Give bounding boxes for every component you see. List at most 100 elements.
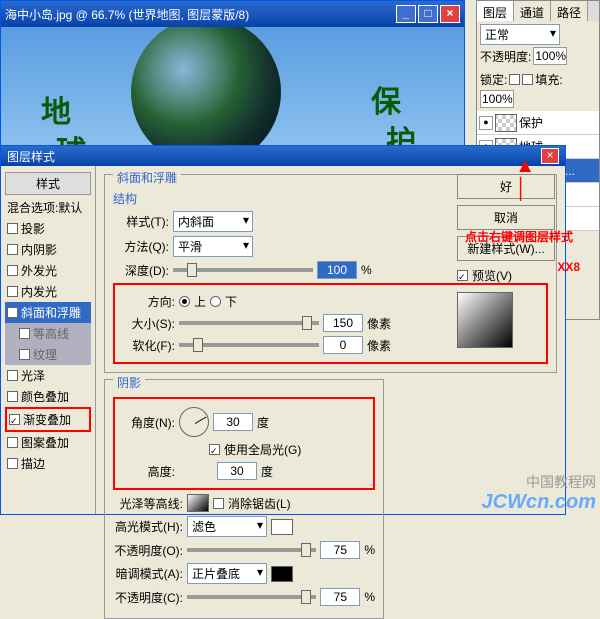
lock-trans-icon[interactable] [509,74,520,85]
ok-button[interactable]: 好 [457,174,555,199]
soften-value[interactable]: 0 [323,336,363,354]
checkbox[interactable] [7,307,18,318]
style-inner-shadow[interactable]: 内阴影 [5,239,91,260]
highlighted-angle: 角度(N): 30 度 使用全局光(G) 高度: 30 度 [113,397,375,490]
fill-label: 填充: [535,71,562,88]
shadow-color[interactable] [271,566,293,582]
row-s-opacity: 不透明度(C): 75 % [113,588,375,606]
maximize-button[interactable]: □ [418,5,438,23]
s-opacity-value[interactable]: 75 [320,588,360,606]
style-select[interactable]: 内斜面 [173,211,253,232]
shadow-mode-select[interactable]: 正片叠底 [187,563,267,584]
close-button[interactable]: × [440,5,460,23]
style-stroke[interactable]: 描边 [5,453,91,474]
style-contour[interactable]: 等高线 [5,323,91,344]
settings-area: 斜面和浮雕 结构 样式(T): 内斜面 方法(Q): 平滑 深度(D): 100… [96,166,565,514]
dialog-close-button[interactable]: × [541,148,559,164]
style-inner-glow[interactable]: 内发光 [5,281,91,302]
checkbox[interactable] [7,370,18,381]
h-opacity-value[interactable]: 75 [320,541,360,559]
altitude-value[interactable]: 30 [217,462,257,480]
depth-label: 深度(D): [113,262,169,279]
style-drop-shadow[interactable]: 投影 [5,218,91,239]
document-window: 海中小岛.jpg @ 66.7% (世界地图, 图层蒙版/8) _ □ × 地 … [0,0,465,160]
angle-dial[interactable] [179,407,209,437]
depth-slider[interactable] [173,268,313,272]
highlight-mode-select[interactable]: 滤色 [187,516,267,537]
checkbox[interactable] [19,328,30,339]
direction-up-radio[interactable] [179,296,190,307]
global-light-label: 使用全局光(G) [224,441,301,458]
styles-header[interactable]: 样式 [5,172,91,195]
style-outer-glow[interactable]: 外发光 [5,260,91,281]
row-angle: 角度(N): 30 度 [119,407,369,437]
opacity-value[interactable]: 100% [533,47,567,65]
angle-value[interactable]: 30 [213,413,253,431]
gloss-label: 光泽等高线: [113,495,183,512]
checkbox[interactable] [7,223,18,234]
checkbox[interactable] [19,349,30,360]
cancel-button[interactable]: 取消 [457,205,555,230]
lock-pixels-icon[interactable] [522,74,533,85]
row-highlight: 高光模式(H): 滤色 [113,516,375,537]
watermark-url: JCWcn.com [482,491,596,514]
shadow-mode-label: 暗调模式(A): [113,565,183,582]
layer-lock-row: 锁定: 填充: 100% [477,68,599,111]
tab-channels[interactable]: 通道 [514,1,551,21]
tab-layers[interactable]: 图层 [477,1,514,21]
blend-mode-select[interactable]: 正常 [480,24,560,45]
highlight-color[interactable] [271,519,293,535]
size-label: 大小(S): [119,315,175,332]
row-global: 使用全局光(G) [119,441,369,458]
opacity-label: 不透明度: [480,48,531,65]
style-color-overlay[interactable]: 颜色叠加 [5,386,91,407]
row-gloss: 光泽等高线: 消除锯齿(L) [113,494,375,512]
checkbox[interactable] [7,391,18,402]
antialias-checkbox[interactable] [213,498,224,509]
style-gradient-overlay[interactable]: 渐变叠加 [5,407,91,432]
style-pattern-overlay[interactable]: 图案叠加 [5,432,91,453]
visibility-icon[interactable]: ● [479,116,493,130]
checkbox[interactable] [9,414,20,425]
layer-name: 保护 [519,114,543,131]
bevel-legend: 斜面和浮雕 [113,169,181,186]
styles-list: 样式 混合选项:默认 投影 内阴影 外发光 内发光 斜面和浮雕 等高线 纹理 光… [1,166,96,514]
checkbox[interactable] [7,437,18,448]
size-slider[interactable] [179,321,319,325]
contour-picker[interactable] [187,494,209,512]
size-value[interactable]: 150 [323,314,363,332]
canvas[interactable]: 地 球 保 护 [1,27,464,159]
layer-item[interactable]: ● 保护 [477,111,599,135]
s-opacity-slider[interactable] [187,595,316,599]
dialog-titlebar: 图层样式 × [1,146,565,166]
watermark-cn: 中国教程网 [526,472,596,492]
tab-paths[interactable]: 路径 [551,1,588,21]
style-texture[interactable]: 纹理 [5,344,91,365]
checkbox[interactable] [7,286,18,297]
text-bao: 保 [371,77,401,121]
annotation-xx: XX8 [557,260,580,274]
h-opacity-label: 不透明度(O): [113,542,183,559]
angle-label: 角度(N): [119,414,175,431]
global-light-checkbox[interactable] [209,444,220,455]
preview-checkbox[interactable] [457,270,468,281]
style-bevel-emboss[interactable]: 斜面和浮雕 [5,302,91,323]
layer-thumb [495,114,517,132]
document-title: 海中小岛.jpg @ 66.7% (世界地图, 图层蒙版/8) [5,6,394,23]
soften-slider[interactable] [179,343,319,347]
preview-label: 预览(V) [472,267,512,284]
depth-value[interactable]: 100 [317,261,357,279]
h-opacity-slider[interactable] [187,548,316,552]
fill-value[interactable]: 100% [480,90,514,108]
antialias-label: 消除锯齿(L) [228,495,291,512]
checkbox[interactable] [7,244,18,255]
blend-options-item[interactable]: 混合选项:默认 [5,197,91,218]
technique-select[interactable]: 平滑 [173,236,253,257]
direction-label: 方向: [119,293,175,310]
direction-down-radio[interactable] [210,296,221,307]
minimize-button[interactable]: _ [396,5,416,23]
checkbox[interactable] [7,265,18,276]
checkbox[interactable] [7,458,18,469]
panel-tabs: 图层 通道 路径 [477,1,599,21]
style-satin[interactable]: 光泽 [5,365,91,386]
